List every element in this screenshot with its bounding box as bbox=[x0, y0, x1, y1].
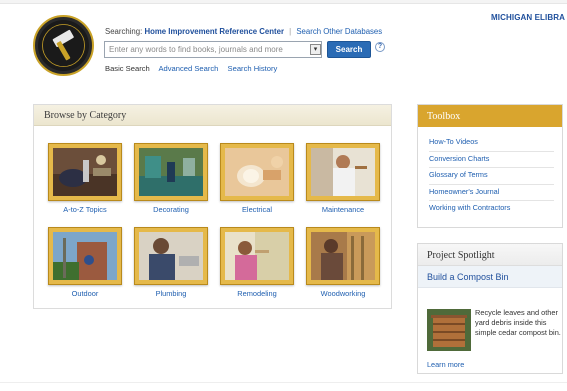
search-subnav: Basic Search Advanced Search Search Hist… bbox=[105, 64, 284, 73]
category-label[interactable]: A-to-Z Topics bbox=[45, 205, 125, 214]
search-input[interactable]: Enter any words to find books, journals … bbox=[104, 41, 322, 58]
toolbox-list: How-To Videos Conversion Charts Glossary… bbox=[418, 127, 562, 218]
woman-wallpaper-photo-icon bbox=[225, 232, 289, 280]
help-icon[interactable]: ? bbox=[375, 42, 385, 52]
top-border bbox=[0, 0, 567, 4]
toolbox-item-contractors[interactable]: Working with Contractors bbox=[429, 201, 554, 218]
toolbox-item-how-to-videos[interactable]: How-To Videos bbox=[429, 135, 554, 152]
hammer-icon bbox=[42, 24, 85, 67]
category-frame[interactable] bbox=[134, 143, 208, 201]
browse-title: Browse by Category bbox=[34, 105, 391, 126]
search-dropdown-icon[interactable]: ▾ bbox=[310, 44, 321, 55]
database-name: Home Improvement Reference Center bbox=[144, 27, 284, 36]
category-maintenance[interactable]: Maintenance bbox=[303, 143, 383, 214]
category-frame[interactable] bbox=[306, 227, 380, 285]
searching-label: Searching: bbox=[105, 27, 143, 36]
category-label[interactable]: Decorating bbox=[131, 205, 211, 214]
category-outdoor[interactable]: Outdoor bbox=[45, 227, 125, 298]
learn-more-link[interactable]: Learn more bbox=[427, 360, 464, 369]
search-other-databases-link[interactable]: Search Other Databases bbox=[296, 27, 382, 36]
toolbox-item-conversion-charts[interactable]: Conversion Charts bbox=[429, 152, 554, 168]
category-label[interactable]: Woodworking bbox=[303, 289, 383, 298]
category-frame[interactable] bbox=[220, 227, 294, 285]
compost-bin-photo-icon[interactable] bbox=[427, 309, 471, 351]
toolbox-item-homeowners-journal[interactable]: Homeowner's Journal bbox=[429, 185, 554, 201]
category-label[interactable]: Maintenance bbox=[303, 205, 383, 214]
spotlight-body: Recycle leaves and other yard debris ins… bbox=[475, 308, 561, 337]
project-spotlight-panel: Project Spotlight Build a Compost Bin Re… bbox=[417, 243, 563, 374]
category-frame[interactable] bbox=[220, 143, 294, 201]
woodworker-photo-icon bbox=[311, 232, 375, 280]
bottom-divider bbox=[0, 382, 567, 383]
library-name[interactable]: MICHIGAN ELIBRA bbox=[491, 13, 565, 22]
spotlight-title: Project Spotlight bbox=[418, 244, 562, 266]
category-frame[interactable] bbox=[48, 143, 122, 201]
man-painting-photo-icon bbox=[311, 148, 375, 196]
category-frame[interactable] bbox=[134, 227, 208, 285]
category-decorating[interactable]: Decorating bbox=[131, 143, 211, 214]
toolbelt-photo-icon bbox=[53, 148, 117, 196]
category-electrical[interactable]: Electrical bbox=[217, 143, 297, 214]
plumber-photo-icon bbox=[139, 232, 203, 280]
category-label[interactable]: Electrical bbox=[217, 205, 297, 214]
category-label[interactable]: Outdoor bbox=[45, 289, 125, 298]
category-label[interactable]: Remodeling bbox=[217, 289, 297, 298]
toolbox-title: Toolbox bbox=[418, 105, 562, 127]
lightbulb-photo-icon bbox=[225, 148, 289, 196]
browse-panel: Browse by Category A-to-Z Topics Decorat… bbox=[33, 104, 392, 309]
living-room-photo-icon bbox=[139, 148, 203, 196]
advanced-search-link[interactable]: Advanced Search bbox=[158, 64, 218, 73]
searching-line: Searching: Home Improvement Reference Ce… bbox=[105, 27, 382, 36]
category-label[interactable]: Plumbing bbox=[131, 289, 211, 298]
category-frame[interactable] bbox=[306, 143, 380, 201]
toolbox-item-glossary[interactable]: Glossary of Terms bbox=[429, 168, 554, 185]
category-frame[interactable] bbox=[48, 227, 122, 285]
category-woodworking[interactable]: Woodworking bbox=[303, 227, 383, 298]
category-a-to-z[interactable]: A-to-Z Topics bbox=[45, 143, 125, 214]
search-history-link[interactable]: Search History bbox=[228, 64, 278, 73]
search-button[interactable]: Search bbox=[327, 41, 371, 58]
brick-house-photo-icon bbox=[53, 232, 117, 280]
spotlight-subtitle[interactable]: Build a Compost Bin bbox=[418, 266, 562, 288]
hirc-logo[interactable] bbox=[33, 15, 94, 76]
basic-search-link[interactable]: Basic Search bbox=[105, 64, 150, 73]
category-plumbing[interactable]: Plumbing bbox=[131, 227, 211, 298]
separator: | bbox=[289, 27, 292, 36]
toolbox-panel: Toolbox How-To Videos Conversion Charts … bbox=[417, 104, 563, 228]
category-remodeling[interactable]: Remodeling bbox=[217, 227, 297, 298]
